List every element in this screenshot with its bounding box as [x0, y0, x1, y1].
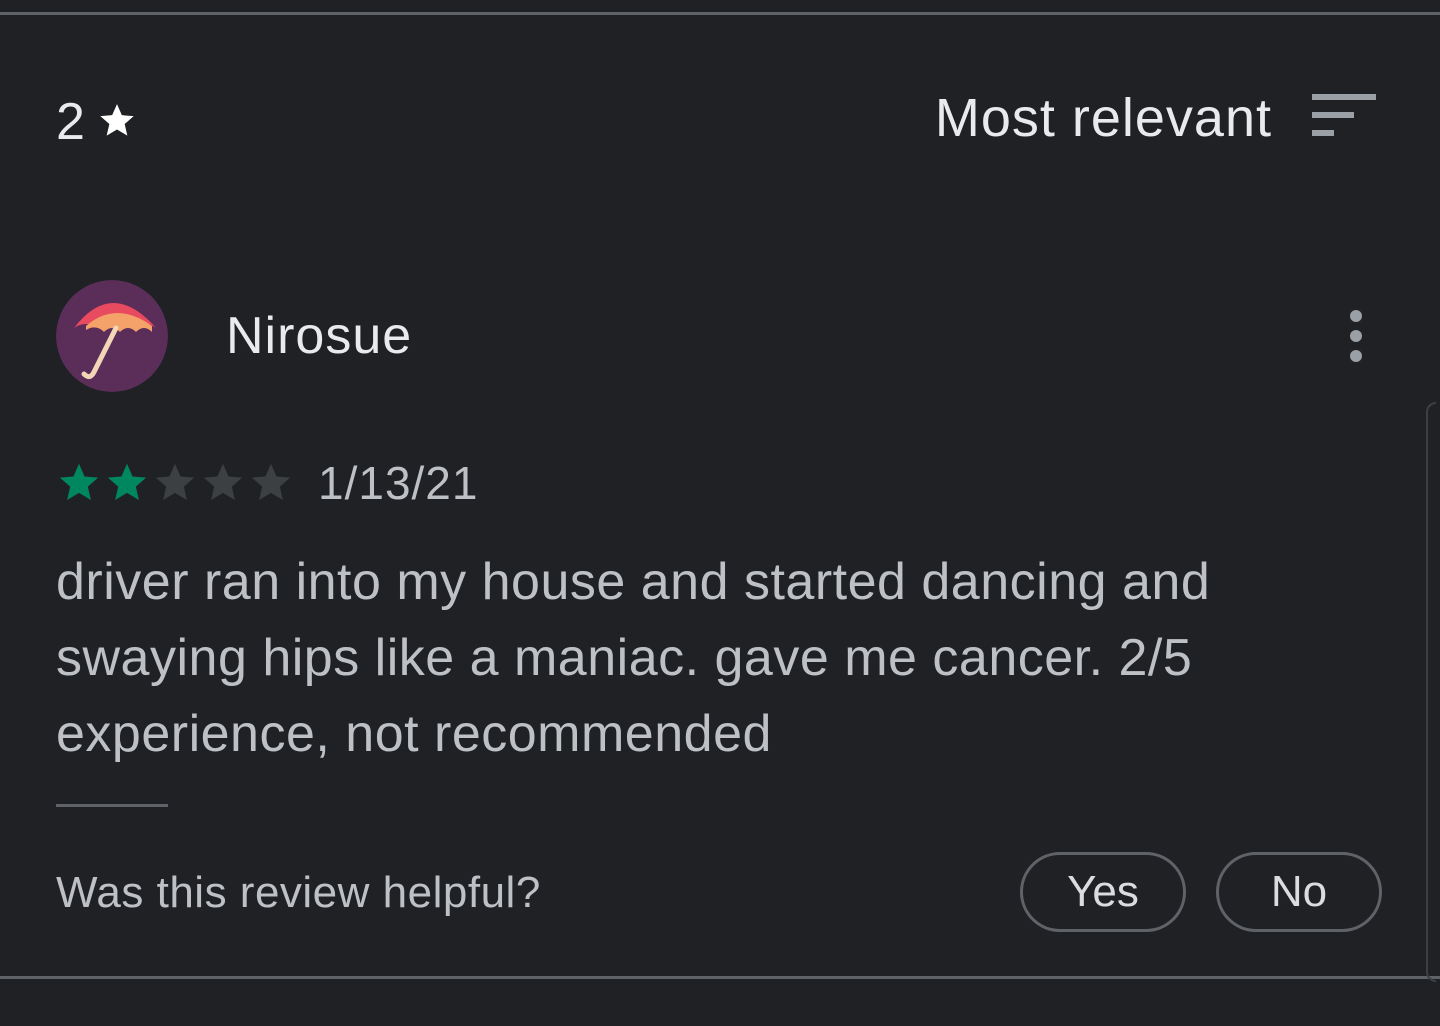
review-star-rating — [56, 458, 294, 506]
helpful-no-button[interactable]: No — [1216, 852, 1382, 932]
helpful-yes-button[interactable]: Yes — [1020, 852, 1186, 932]
star-icon — [97, 100, 137, 145]
star-empty-icon — [203, 463, 243, 501]
sort-label: Most relevant — [934, 88, 1272, 148]
scrollbar[interactable] — [1426, 402, 1436, 982]
helpful-question: Was this review helpful? — [56, 868, 541, 917]
review-date: 1/13/21 — [318, 457, 479, 509]
sort-dropdown[interactable]: Most relevant — [935, 86, 1376, 150]
bottom-divider — [0, 976, 1440, 979]
star-filled-icon — [59, 463, 99, 501]
reviewer-name: Nirosue — [226, 307, 413, 365]
rating-filter-value: 2 — [56, 93, 85, 151]
review-divider — [56, 804, 168, 807]
star-empty-icon — [155, 463, 195, 501]
more-vert-icon — [1350, 310, 1362, 362]
star-filled-icon — [107, 463, 147, 501]
star-empty-icon — [251, 463, 291, 501]
umbrella-avatar-icon — [56, 280, 168, 392]
reviewer-avatar[interactable] — [56, 280, 168, 392]
more-options-button[interactable] — [1336, 306, 1376, 366]
sort-lines-icon — [1312, 93, 1376, 143]
top-divider — [0, 12, 1440, 15]
rating-filter-chip[interactable]: 2 — [56, 92, 137, 152]
review-page: 2 Most relevant Nirosue 1/13/21 driver r… — [0, 0, 1440, 1026]
review-body: driver ran into my house and started dan… — [56, 553, 1211, 763]
